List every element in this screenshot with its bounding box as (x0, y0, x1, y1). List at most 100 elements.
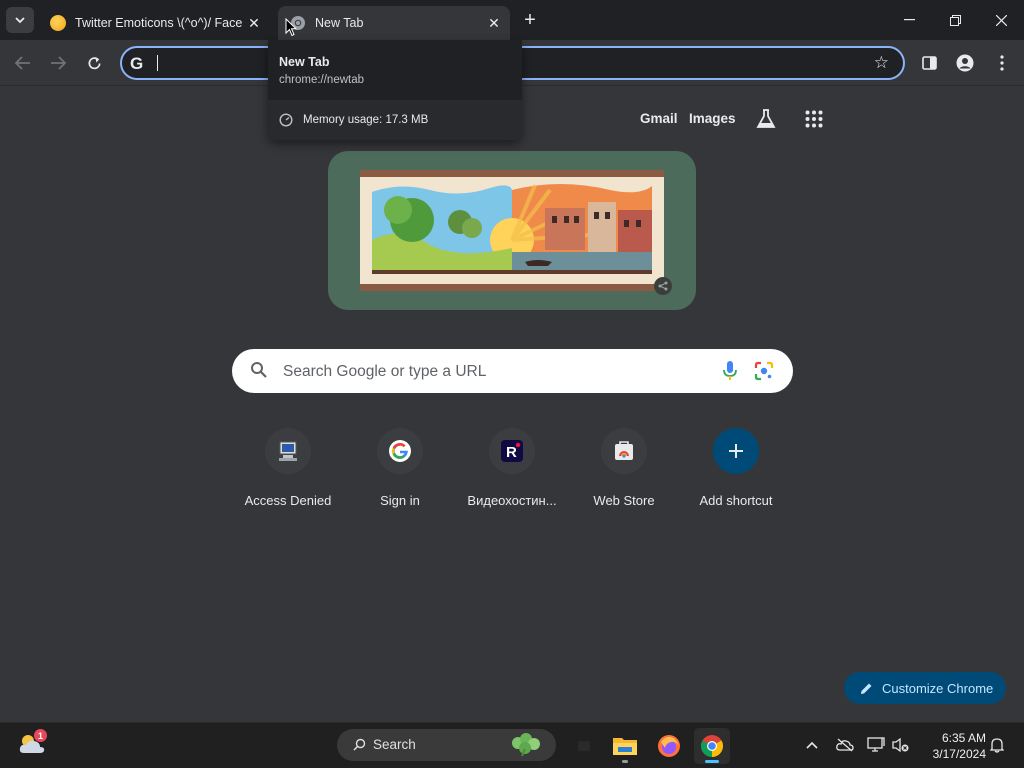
chevron-up-icon (806, 741, 818, 749)
ntp-header-links: Gmail Images (624, 109, 1024, 133)
google-icon (377, 428, 423, 474)
profile-button[interactable] (955, 53, 975, 73)
customize-chrome-button[interactable]: Customize Chrome (844, 672, 1006, 704)
tab-hover-card: New Tab chrome://newtab Memory usage: 17… (268, 40, 522, 140)
forward-arrow-icon (51, 56, 66, 70)
shortcut-label: Access Denied (244, 493, 332, 508)
computer-icon (265, 428, 311, 474)
close-window-button[interactable] (986, 8, 1016, 32)
close-tab-icon[interactable]: ✕ (484, 13, 504, 33)
search-icon (353, 738, 366, 756)
side-panel-icon (921, 56, 937, 70)
reload-icon (88, 56, 100, 69)
share-doodle-button[interactable] (654, 277, 672, 295)
taskbar-task-view[interactable] (566, 728, 602, 764)
taskbar-chrome[interactable] (694, 728, 730, 764)
minimize-icon (903, 19, 915, 21)
shortcut-label: Web Store (593, 493, 655, 508)
google-doodle-frame[interactable] (328, 151, 696, 310)
reload-button[interactable] (82, 51, 106, 75)
clock-date: 3/17/2024 (932, 747, 986, 761)
search-icon (250, 361, 268, 384)
back-button[interactable] (11, 51, 35, 75)
tab-title: Twitter Emoticons \(^o^)/ Face (75, 16, 243, 30)
firefox-icon (658, 735, 680, 757)
folder-icon (613, 738, 637, 755)
svg-text:R: R (506, 444, 517, 461)
tab-strip: Twitter Emoticons \(^o^)/ Face ✕ New Tab… (0, 0, 1024, 40)
restore-icon (949, 14, 961, 26)
taskbar-search[interactable]: Search (337, 729, 556, 761)
active-app-indicator (705, 760, 719, 763)
forward-button[interactable] (46, 51, 70, 75)
customize-chrome-label: Customize Chrome (882, 680, 994, 696)
google-doodle-image[interactable] (360, 170, 664, 291)
network-icon (867, 737, 885, 752)
side-panel-button[interactable] (919, 53, 939, 73)
bell-icon (990, 738, 1004, 753)
shortcut-sign-in[interactable]: Sign in (344, 428, 456, 516)
emoji-face-icon (50, 15, 66, 31)
text-cursor (157, 55, 158, 71)
shortcut-web-store[interactable]: Web Store (568, 428, 680, 516)
gmail-link[interactable]: Gmail (640, 111, 678, 126)
ntp-search-box[interactable]: Search Google or type a URL (232, 349, 793, 393)
shamrock-icon (506, 733, 548, 762)
chrome-icon (701, 735, 723, 757)
add-shortcut-button[interactable]: Add shortcut (680, 428, 792, 516)
notifications-button[interactable] (988, 736, 1006, 754)
chevron-down-icon (15, 16, 25, 23)
task-view-icon (578, 741, 590, 751)
three-dots-icon (1000, 55, 1004, 71)
weather-notification-badge: 1 (34, 729, 47, 742)
close-icon (995, 14, 1007, 26)
clock-time: 6:35 AM (941, 731, 986, 745)
network-tray-button[interactable] (867, 736, 885, 754)
google-g-icon: G (130, 54, 144, 73)
shortcut-label: Видеохостин... (467, 493, 557, 508)
minimize-button[interactable] (894, 8, 924, 32)
taskbar-file-explorer[interactable] (607, 728, 643, 764)
search-placeholder: Search Google or type a URL (283, 363, 487, 380)
apps-grid-icon[interactable] (805, 110, 823, 133)
hover-card-header: New Tab chrome://newtab (268, 40, 522, 100)
memory-usage: Memory usage: 17.3 MB (268, 100, 522, 140)
windows-taskbar: 1 Search 6:35 AM 3/17/2024 (0, 722, 1024, 768)
restore-button[interactable] (940, 8, 970, 32)
google-lens-icon[interactable] (754, 361, 774, 386)
shortcut-access-denied[interactable]: Access Denied (232, 428, 344, 516)
taskbar-firefox[interactable] (651, 728, 687, 764)
shortcut-label: Sign in (380, 493, 420, 508)
shortcut-rutube[interactable]: R Видеохостин... (456, 428, 568, 516)
onedrive-tray-button[interactable] (836, 736, 854, 754)
cloud-offline-icon (836, 738, 854, 752)
tab-search-button[interactable] (6, 7, 34, 33)
tab-title: New Tab (315, 16, 364, 30)
back-arrow-icon (15, 56, 30, 70)
bookmark-star-icon[interactable]: ☆ (874, 53, 889, 73)
plus-icon (713, 428, 759, 474)
hover-card-url: chrome://newtab (279, 74, 365, 86)
images-link[interactable]: Images (689, 111, 736, 126)
labs-flask-icon[interactable] (755, 108, 777, 135)
show-hidden-icons-button[interactable] (803, 736, 821, 754)
tab-new-tab[interactable]: New Tab ✕ (278, 6, 510, 40)
taskbar-search-label: Search (373, 737, 416, 752)
profile-icon (956, 54, 974, 72)
speaker-muted-icon (892, 737, 909, 753)
chrome-menu-button[interactable] (992, 53, 1012, 73)
new-tab-button[interactable]: + (519, 9, 541, 31)
web-store-icon (601, 428, 647, 474)
share-icon (658, 281, 668, 291)
taskbar-clock[interactable]: 6:35 AM 3/17/2024 (920, 730, 986, 762)
close-tab-icon[interactable]: ✕ (244, 13, 264, 33)
volume-tray-button[interactable] (892, 736, 910, 754)
hover-card-title: New Tab (279, 55, 330, 69)
memory-usage-text: Memory usage: 17.3 MB (303, 114, 429, 126)
mouse-cursor-icon (285, 18, 297, 37)
shortcut-label: Add shortcut (699, 493, 773, 508)
rutube-icon: R (489, 428, 535, 474)
gauge-icon (279, 113, 293, 127)
voice-search-icon[interactable] (723, 361, 737, 386)
tab-twitter-emoticons[interactable]: Twitter Emoticons \(^o^)/ Face ✕ (38, 6, 270, 40)
